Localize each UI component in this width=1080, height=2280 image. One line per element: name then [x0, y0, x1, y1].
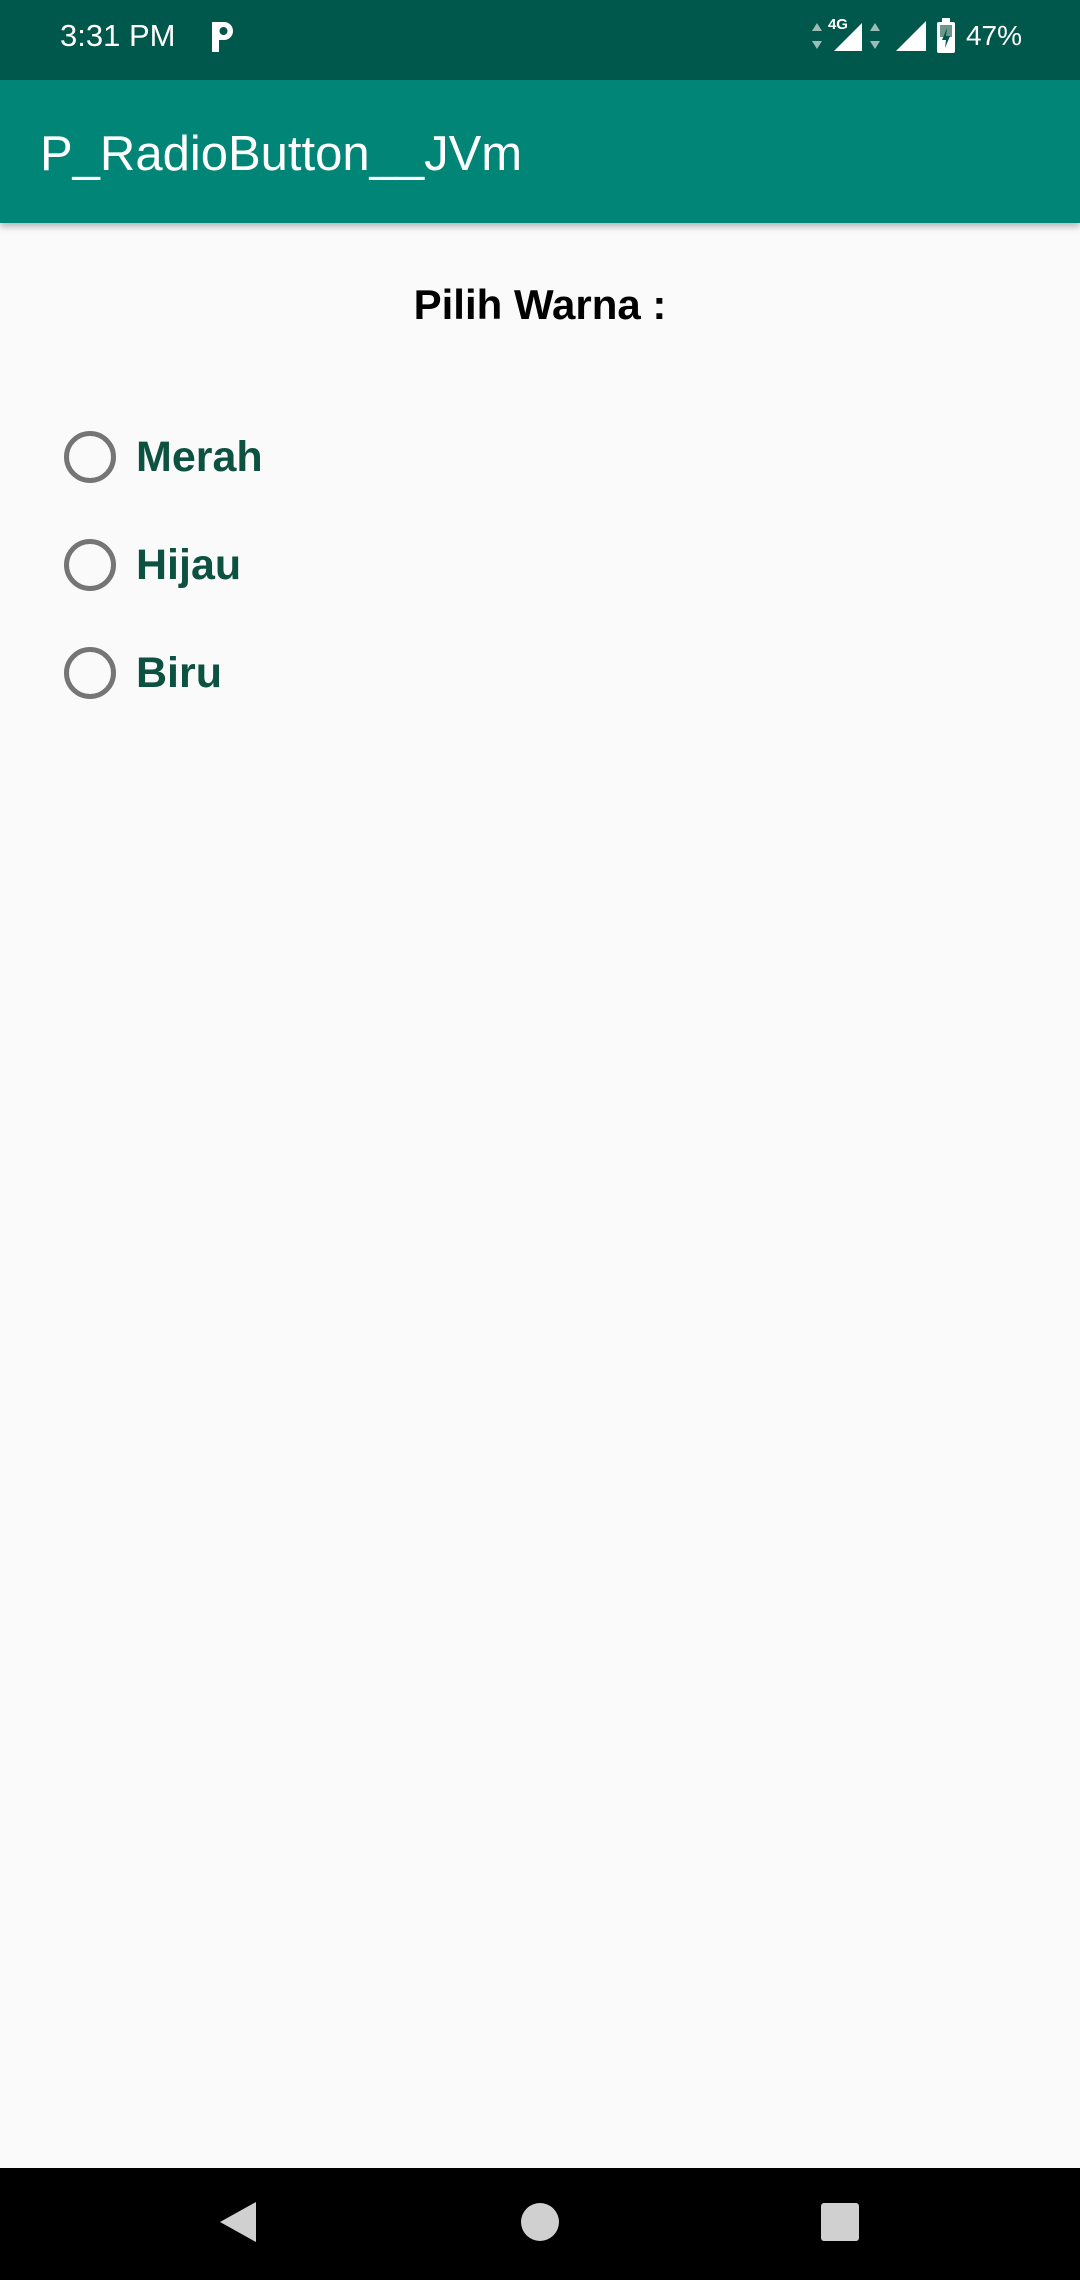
data-arrows-icon [868, 19, 882, 53]
network-type-label: 4G [827, 16, 848, 33]
radio-button-icon[interactable] [64, 539, 116, 591]
radio-label[interactable]: Merah [136, 427, 263, 487]
radio-option-hijau[interactable]: Hijau [64, 511, 263, 619]
radio-option-merah[interactable]: Merah [64, 403, 263, 511]
data-arrows-icon [810, 19, 824, 53]
back-button[interactable] [182, 2168, 294, 2280]
radio-button-icon[interactable] [64, 431, 116, 483]
radio-button-icon[interactable] [64, 647, 116, 699]
radio-label[interactable]: Hijau [136, 535, 241, 595]
signal-icon [894, 19, 928, 53]
app-title: P_RadioButton__JVm [40, 127, 523, 181]
home-button[interactable] [484, 2168, 596, 2280]
app-bar: P_RadioButton__JVm [0, 80, 1080, 223]
status-icons: 4G 47% [810, 14, 1022, 58]
status-bar: 3:31 PM 4G 47% [0, 0, 1080, 80]
parking-app-icon [208, 18, 238, 54]
recents-button[interactable] [784, 2168, 896, 2280]
color-radio-group: Merah Hijau Biru [64, 403, 263, 727]
page-heading: Pilih Warna : [413, 281, 667, 328]
battery-percentage: 47% [965, 20, 1022, 51]
battery-charging-icon [936, 18, 956, 54]
main-content: Pilih Warna : Merah Hijau Biru [0, 223, 1080, 2168]
radio-label[interactable]: Biru [136, 643, 222, 703]
signal-4g-icon: 4G [827, 16, 866, 53]
navigation-bar [0, 2168, 1080, 2280]
home-icon[interactable] [520, 2202, 560, 2247]
radio-option-biru[interactable]: Biru [64, 619, 263, 727]
back-icon[interactable] [218, 2200, 258, 2249]
status-time: 3:31 PM [60, 18, 176, 53]
recents-icon[interactable] [820, 2202, 860, 2247]
